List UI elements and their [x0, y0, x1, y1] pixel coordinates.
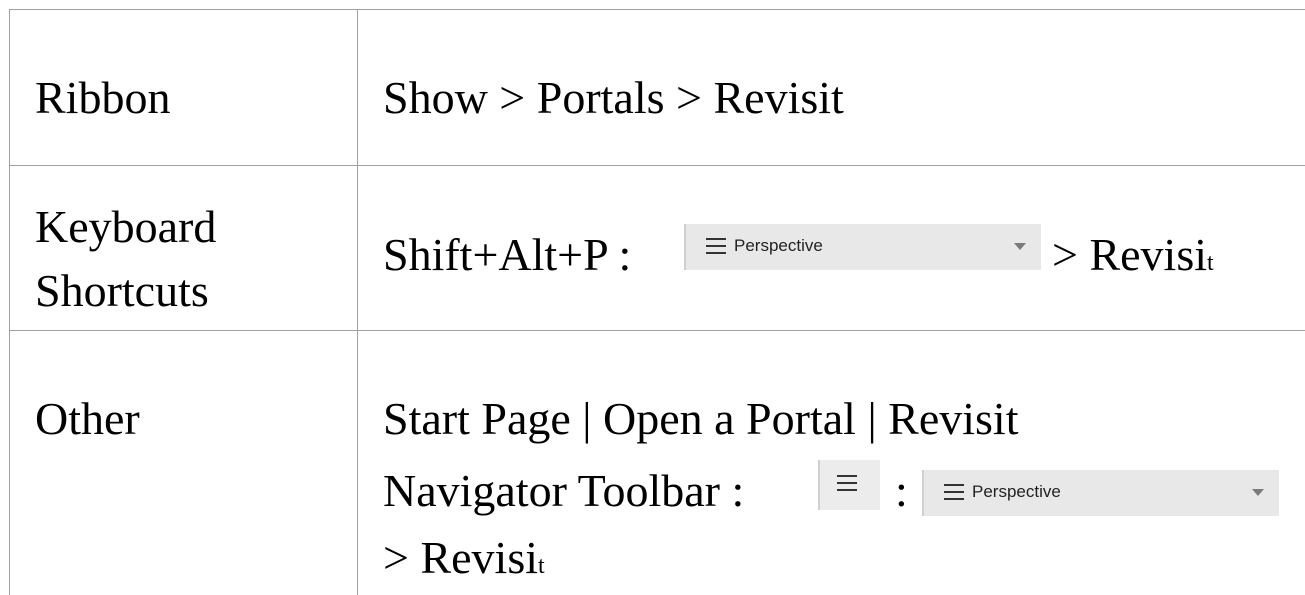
row-label-shortcuts: Shortcuts [35, 265, 209, 316]
shortcut-revisit-main: > Revisi [1052, 229, 1208, 280]
row-label-other: Other [35, 393, 140, 444]
access-table: Ribbon Show > Portals > Revisit Keyboard… [0, 0, 1305, 595]
table-column-divider [357, 9, 358, 595]
hamburger-menu-icon [944, 484, 964, 500]
shortcut-revisit: > Revisit [1052, 227, 1214, 291]
shortcut-keys: Shift+Alt+P : [383, 229, 632, 280]
row-label-ribbon: Ribbon [35, 72, 171, 123]
shortcut-revisit-t: t [1207, 250, 1214, 276]
row-label-keyboard: Keyboard [35, 201, 217, 252]
chevron-down-icon [1014, 243, 1026, 250]
table-top-border [9, 9, 1305, 10]
start-page-path: Start Page | Open a Portal | Revisit [383, 393, 1019, 444]
navigator-separator: : [895, 465, 908, 516]
navigator-revisit: > Revisit [383, 530, 545, 594]
navigator-menu-button[interactable] [818, 460, 880, 510]
table-left-border [9, 9, 10, 595]
hamburger-menu-icon [706, 238, 726, 254]
ribbon-path: Show > Portals > Revisit [383, 72, 844, 123]
navigator-revisit-t: t [538, 553, 545, 579]
hamburger-menu-icon [837, 475, 857, 491]
row-divider-1 [9, 165, 1305, 166]
perspective-dropdown[interactable]: Perspective [684, 224, 1041, 270]
perspective-dropdown-label: Perspective [734, 236, 823, 255]
perspective-dropdown-label-2: Perspective [972, 482, 1061, 501]
navigator-revisit-main: > Revisi [383, 532, 539, 583]
navigator-toolbar-label: Navigator Toolbar : [383, 465, 745, 516]
perspective-dropdown-2[interactable]: Perspective [922, 470, 1279, 516]
row-divider-2 [9, 330, 1305, 331]
chevron-down-icon [1252, 489, 1264, 496]
